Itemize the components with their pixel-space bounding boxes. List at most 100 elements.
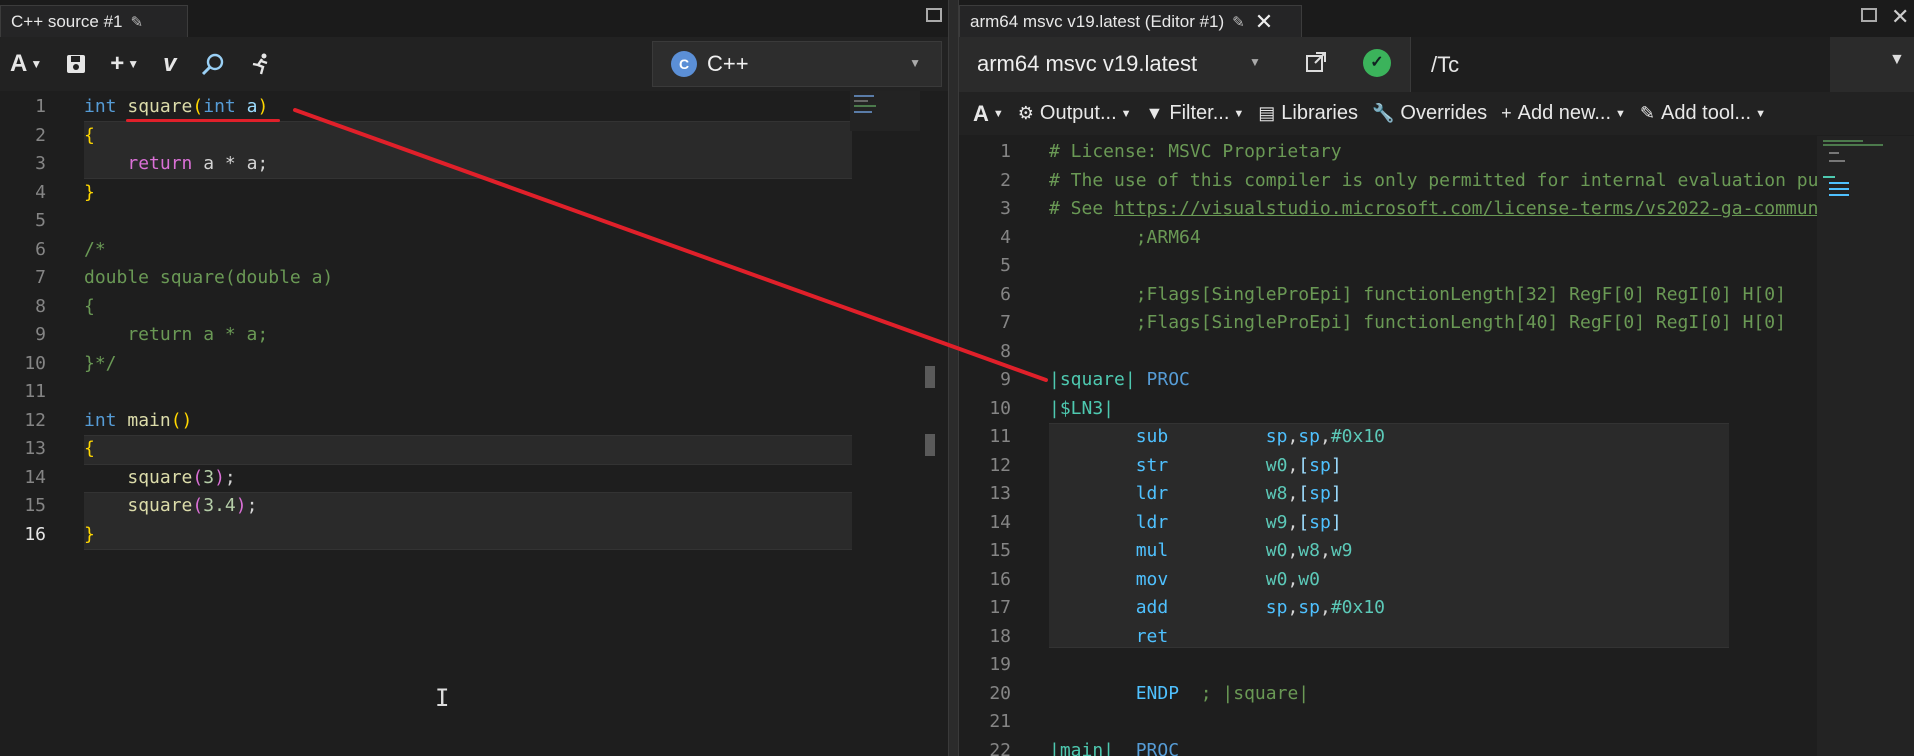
font-size-button[interactable]: A ▼ (973, 101, 1004, 127)
code-token: , (1287, 568, 1299, 590)
close-icon[interactable]: ✕ (1255, 9, 1273, 35)
code-line: 14 square(3); (0, 464, 948, 492)
code-token: sp (1265, 597, 1288, 618)
code-token: PROC (1135, 739, 1180, 756)
code-token: ; |square| (1200, 682, 1310, 704)
pencil-icon[interactable]: ✎ (131, 13, 144, 31)
code-text: { (84, 293, 95, 321)
code-text: |$LN3| (1049, 395, 1114, 423)
add-tool-menu[interactable]: ✎ Add tool... ▼ (1640, 102, 1766, 125)
code-text: }*/ (84, 350, 117, 378)
output-menu[interactable]: ⚙ Output... ▼ (1018, 102, 1132, 125)
overrides-button[interactable]: 🔧 Overrides (1372, 102, 1487, 125)
language-select[interactable]: C C++ ▼ (652, 41, 942, 87)
source-minimap[interactable] (850, 91, 920, 131)
cpp-logo-icon: C (671, 51, 697, 77)
code-token: #0x10 (1330, 597, 1386, 618)
code-text: ldr w8,[sp] (1049, 480, 1342, 508)
maximize-icon[interactable] (926, 8, 942, 22)
cppinsights-icon[interactable] (201, 52, 225, 76)
code-token: , (1287, 511, 1299, 533)
code-token: 3.4 (203, 495, 236, 516)
code-line: 11 (0, 378, 948, 406)
code-line: 3 # See https://visualstudio.microsoft.co… (959, 195, 1862, 223)
scrollbar-thumb[interactable] (925, 434, 935, 456)
code-line: 5 (0, 207, 948, 235)
code-line: 3 return a * a; (0, 150, 948, 178)
compiler-select[interactable]: arm64 msvc v19.latest (977, 51, 1197, 77)
compiler-flags-input[interactable]: /Tc (1410, 37, 1830, 92)
popout-icon[interactable] (1305, 51, 1327, 79)
code-token: }*/ (84, 352, 117, 374)
pencil-icon[interactable]: ✎ (1232, 13, 1245, 31)
code-line: 13 { (0, 435, 948, 463)
compiler-pane: arm64 msvc v19.latest (Editor #1) ✎ ✕ ✕ … (959, 0, 1914, 756)
save-icon[interactable] (66, 54, 86, 74)
line-number: 16 (989, 568, 1011, 590)
code-line: 5 (959, 252, 1814, 280)
line-number: 13 (989, 483, 1011, 504)
code-text: } (84, 179, 95, 207)
line-number: 14 (989, 511, 1011, 533)
code-token: w9 (1265, 511, 1288, 533)
code-token: main (127, 409, 171, 431)
line-number: 5 (35, 210, 46, 231)
source-tab-title: C++ source #1 (11, 11, 123, 31)
code-line: 13 ldr w8,[sp] (959, 480, 1814, 508)
code-token: |square| (1049, 369, 1136, 390)
code-token: w8 (1265, 483, 1288, 504)
source-code-area[interactable]: 1 int square(int a) 2{3 return a * a; 4} 5 6/… (0, 91, 948, 756)
code-token: int (203, 96, 236, 117)
compiler-tab[interactable]: arm64 msvc v19.latest (Editor #1) ✎ ✕ (959, 5, 1302, 37)
code-text: str w0,[sp] (1049, 452, 1342, 480)
code-token: , (1287, 540, 1299, 561)
line-number: 16 (24, 523, 46, 545)
add-pane-button[interactable]: + ▼ (110, 50, 139, 78)
code-token: ) (257, 96, 269, 117)
code-line: 12 int main() (0, 407, 948, 435)
pane-splitter[interactable] (948, 0, 959, 756)
source-tab[interactable]: C++ source #1 ✎ (0, 5, 188, 37)
code-line: 2{ (0, 122, 948, 150)
code-text: mul w0,w8,w9 (1049, 537, 1353, 565)
chevron-down-icon[interactable]: ▼ (1249, 55, 1261, 69)
code-line: 22 |main| PROC (959, 737, 1814, 756)
assembly-output[interactable]: 1 # License: MSVC Proprietary 2 # The use o… (959, 136, 1883, 756)
code-line: 4} (0, 179, 948, 207)
code-text: int square(int a) (84, 93, 268, 121)
line-number: 4 (1000, 226, 1011, 248)
compile-success-icon[interactable]: ✓ (1363, 49, 1391, 77)
code-token: PROC (1146, 369, 1190, 390)
libraries-button[interactable]: ▤ Libraries (1258, 102, 1358, 125)
code-token: ] (1330, 483, 1342, 504)
code-token: sp (1309, 483, 1331, 504)
line-number: 15 (989, 540, 1011, 561)
add-new-menu[interactable]: + Add new... ▼ (1501, 102, 1626, 125)
font-size-button[interactable]: A ▼ (10, 50, 42, 78)
filter-icon: ▼ (1145, 103, 1164, 123)
code-token: sp (1309, 511, 1331, 533)
code-token: [ (1298, 454, 1310, 476)
vim-mode-icon[interactable]: v (163, 50, 176, 78)
code-token: # The use of this compiler is only permi… (1049, 169, 1884, 191)
code-token: w9 (1330, 540, 1353, 561)
filter-menu[interactable]: ▼ Filter... ▼ (1146, 102, 1245, 125)
close-pane-icon[interactable]: ✕ (1891, 4, 1909, 30)
line-number: 2 (35, 124, 46, 146)
code-token: |$LN3| (1049, 397, 1115, 419)
assembly-minimap[interactable] (1817, 136, 1914, 756)
code-text: ;Flags[SingleProEpi] functionLength[32] … (1049, 281, 1786, 309)
line-number: 17 (989, 597, 1011, 618)
code-token: [ (1298, 511, 1310, 533)
quick-bench-icon[interactable] (249, 52, 273, 76)
chevron-down-icon[interactable]: ▼ (1889, 51, 1905, 69)
line-number: 18 (989, 625, 1011, 647)
code-token: ( (192, 466, 204, 488)
scrollbar-thumb[interactable] (925, 366, 935, 388)
code-token: ret (1135, 625, 1169, 647)
maximize-icon[interactable] (1861, 8, 1877, 22)
code-text: { (84, 122, 95, 150)
